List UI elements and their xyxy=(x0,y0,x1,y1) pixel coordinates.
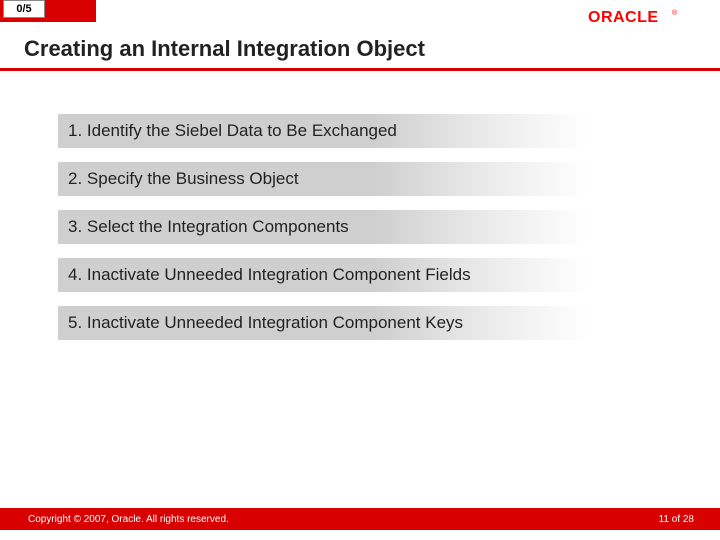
list-item: 3. Select the Integration Components xyxy=(58,210,636,244)
list-item: 4. Inactivate Unneeded Integration Compo… xyxy=(58,258,636,292)
list-item: 2. Specify the Business Object xyxy=(58,162,636,196)
list-item: 5. Inactivate Unneeded Integration Compo… xyxy=(58,306,636,340)
steps-list: 1. Identify the Siebel Data to Be Exchan… xyxy=(58,114,636,354)
page-number: 11 of 28 xyxy=(659,514,694,525)
copyright-text: Copyright © 2007, Oracle. All rights res… xyxy=(28,514,229,525)
oracle-logo: ORACLE ® xyxy=(588,8,700,26)
list-item: 1. Identify the Siebel Data to Be Exchan… xyxy=(58,114,636,148)
svg-text:ORACLE: ORACLE xyxy=(588,9,659,26)
page-title: Creating an Internal Integration Object xyxy=(24,36,425,62)
progress-indicator: 0/5 xyxy=(3,0,45,18)
svg-text:®: ® xyxy=(672,9,678,17)
footer-bar: Copyright © 2007, Oracle. All rights res… xyxy=(0,508,720,530)
title-divider xyxy=(0,68,720,71)
